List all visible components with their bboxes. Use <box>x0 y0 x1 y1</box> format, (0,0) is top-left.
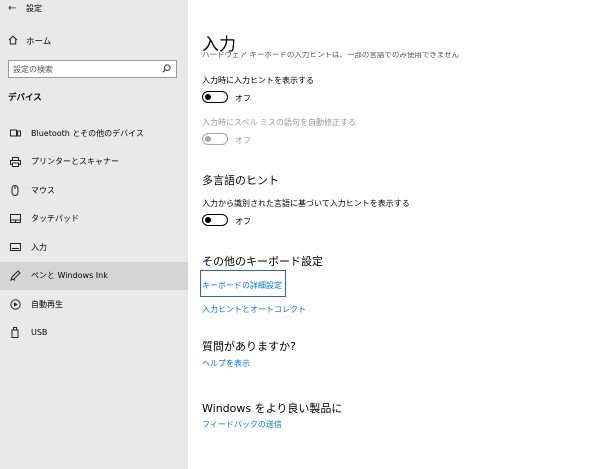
sidebar-item-label: USB <box>31 328 48 338</box>
sidebar-item-label: 自動再生 <box>31 299 63 309</box>
show-hints-label: 入力時に入力ヒントを表示する <box>202 76 314 85</box>
search-icon[interactable] <box>162 64 171 76</box>
hints-autocorrect-link[interactable]: 入力ヒントとオートコレクト <box>202 304 306 315</box>
title-bar: ← 設定 <box>0 0 188 16</box>
sidebar-item-printers[interactable]: プリンターとスキャナー <box>0 148 188 177</box>
sidebar-item-label: ペンと Windows Ink <box>31 271 108 281</box>
autocorrect-state: オフ <box>235 136 251 145</box>
bluetooth-devices-icon <box>8 127 22 139</box>
send-feedback-link[interactable]: フィードバックの送信 <box>202 419 282 430</box>
usb-icon <box>8 327 22 339</box>
clipped-description: ハードウェア キーボードの入力ヒントは、一部の言語でのみ使用できません <box>202 52 460 59</box>
multilang-hints-label: 入力から識別された言語に基づいて入力ヒントを表示する <box>202 199 410 208</box>
mouse-icon <box>8 184 22 196</box>
touchpad-icon <box>8 213 22 225</box>
sidebar: ← 設定 ホーム デバイス Bluetooth とその他のデバイス プリンターと… <box>0 0 188 469</box>
pen-icon <box>8 270 22 282</box>
app-title: 設定 <box>26 3 42 13</box>
home-icon <box>8 35 22 48</box>
toggle-knob <box>205 135 211 142</box>
toggle-knob <box>205 93 211 100</box>
sidebar-item-bluetooth[interactable]: Bluetooth とその他のデバイス <box>0 119 188 148</box>
improve-windows-heading: Windows をより良い製品に <box>202 402 343 415</box>
sidebar-nav: Bluetooth とその他のデバイス プリンターとスキャナー マウス タッチパ… <box>0 119 188 347</box>
sidebar-item-usb[interactable]: USB <box>0 319 188 348</box>
keyboard-icon <box>8 241 22 253</box>
sidebar-item-mouse[interactable]: マウス <box>0 176 188 205</box>
show-hints-state: オフ <box>235 94 251 103</box>
toggle-knob <box>205 216 211 223</box>
sidebar-item-touchpad[interactable]: タッチパッド <box>0 205 188 234</box>
autoplay-icon <box>8 298 22 310</box>
back-arrow-icon[interactable]: ← <box>0 3 20 14</box>
search-box <box>8 60 177 78</box>
sidebar-item-label: プリンターとスキャナー <box>31 157 119 167</box>
multilang-heading: 多言語のヒント <box>202 174 279 187</box>
main-content: 入力 ハードウェア キーボードの入力ヒントは、一部の言語でのみ使用できません 入… <box>188 0 600 469</box>
get-help-link[interactable]: ヘルプを表示 <box>202 358 250 369</box>
question-heading: 質問がありますか? <box>202 340 296 353</box>
show-hints-toggle[interactable] <box>202 91 228 103</box>
autocorrect-label: 入力時にスペル ミスの語句を自動修正する <box>202 118 356 127</box>
sidebar-item-label: Bluetooth とその他のデバイス <box>31 128 144 138</box>
section-heading-devices: デバイス <box>8 93 42 103</box>
sidebar-item-typing[interactable]: 入力 <box>0 233 188 262</box>
other-keyboard-heading: その他のキーボード設定 <box>202 255 323 268</box>
sidebar-item-pen-windows-ink[interactable]: ペンと Windows Ink <box>0 261 188 290</box>
autocorrect-toggle[interactable] <box>202 133 228 145</box>
home-nav-item[interactable]: ホーム <box>0 32 188 50</box>
home-label: ホーム <box>26 37 52 47</box>
sidebar-item-label: マウス <box>31 185 55 195</box>
sidebar-item-label: タッチパッド <box>31 214 79 224</box>
sidebar-item-label: 入力 <box>31 242 47 252</box>
multilang-hints-state: オフ <box>235 217 251 226</box>
sidebar-item-autoplay[interactable]: 自動再生 <box>0 290 188 319</box>
multilang-hints-toggle[interactable] <box>202 214 228 226</box>
printer-icon <box>8 156 22 168</box>
search-input[interactable] <box>9 64 154 74</box>
advanced-keyboard-link[interactable]: キーボードの詳細設定 <box>202 280 282 291</box>
